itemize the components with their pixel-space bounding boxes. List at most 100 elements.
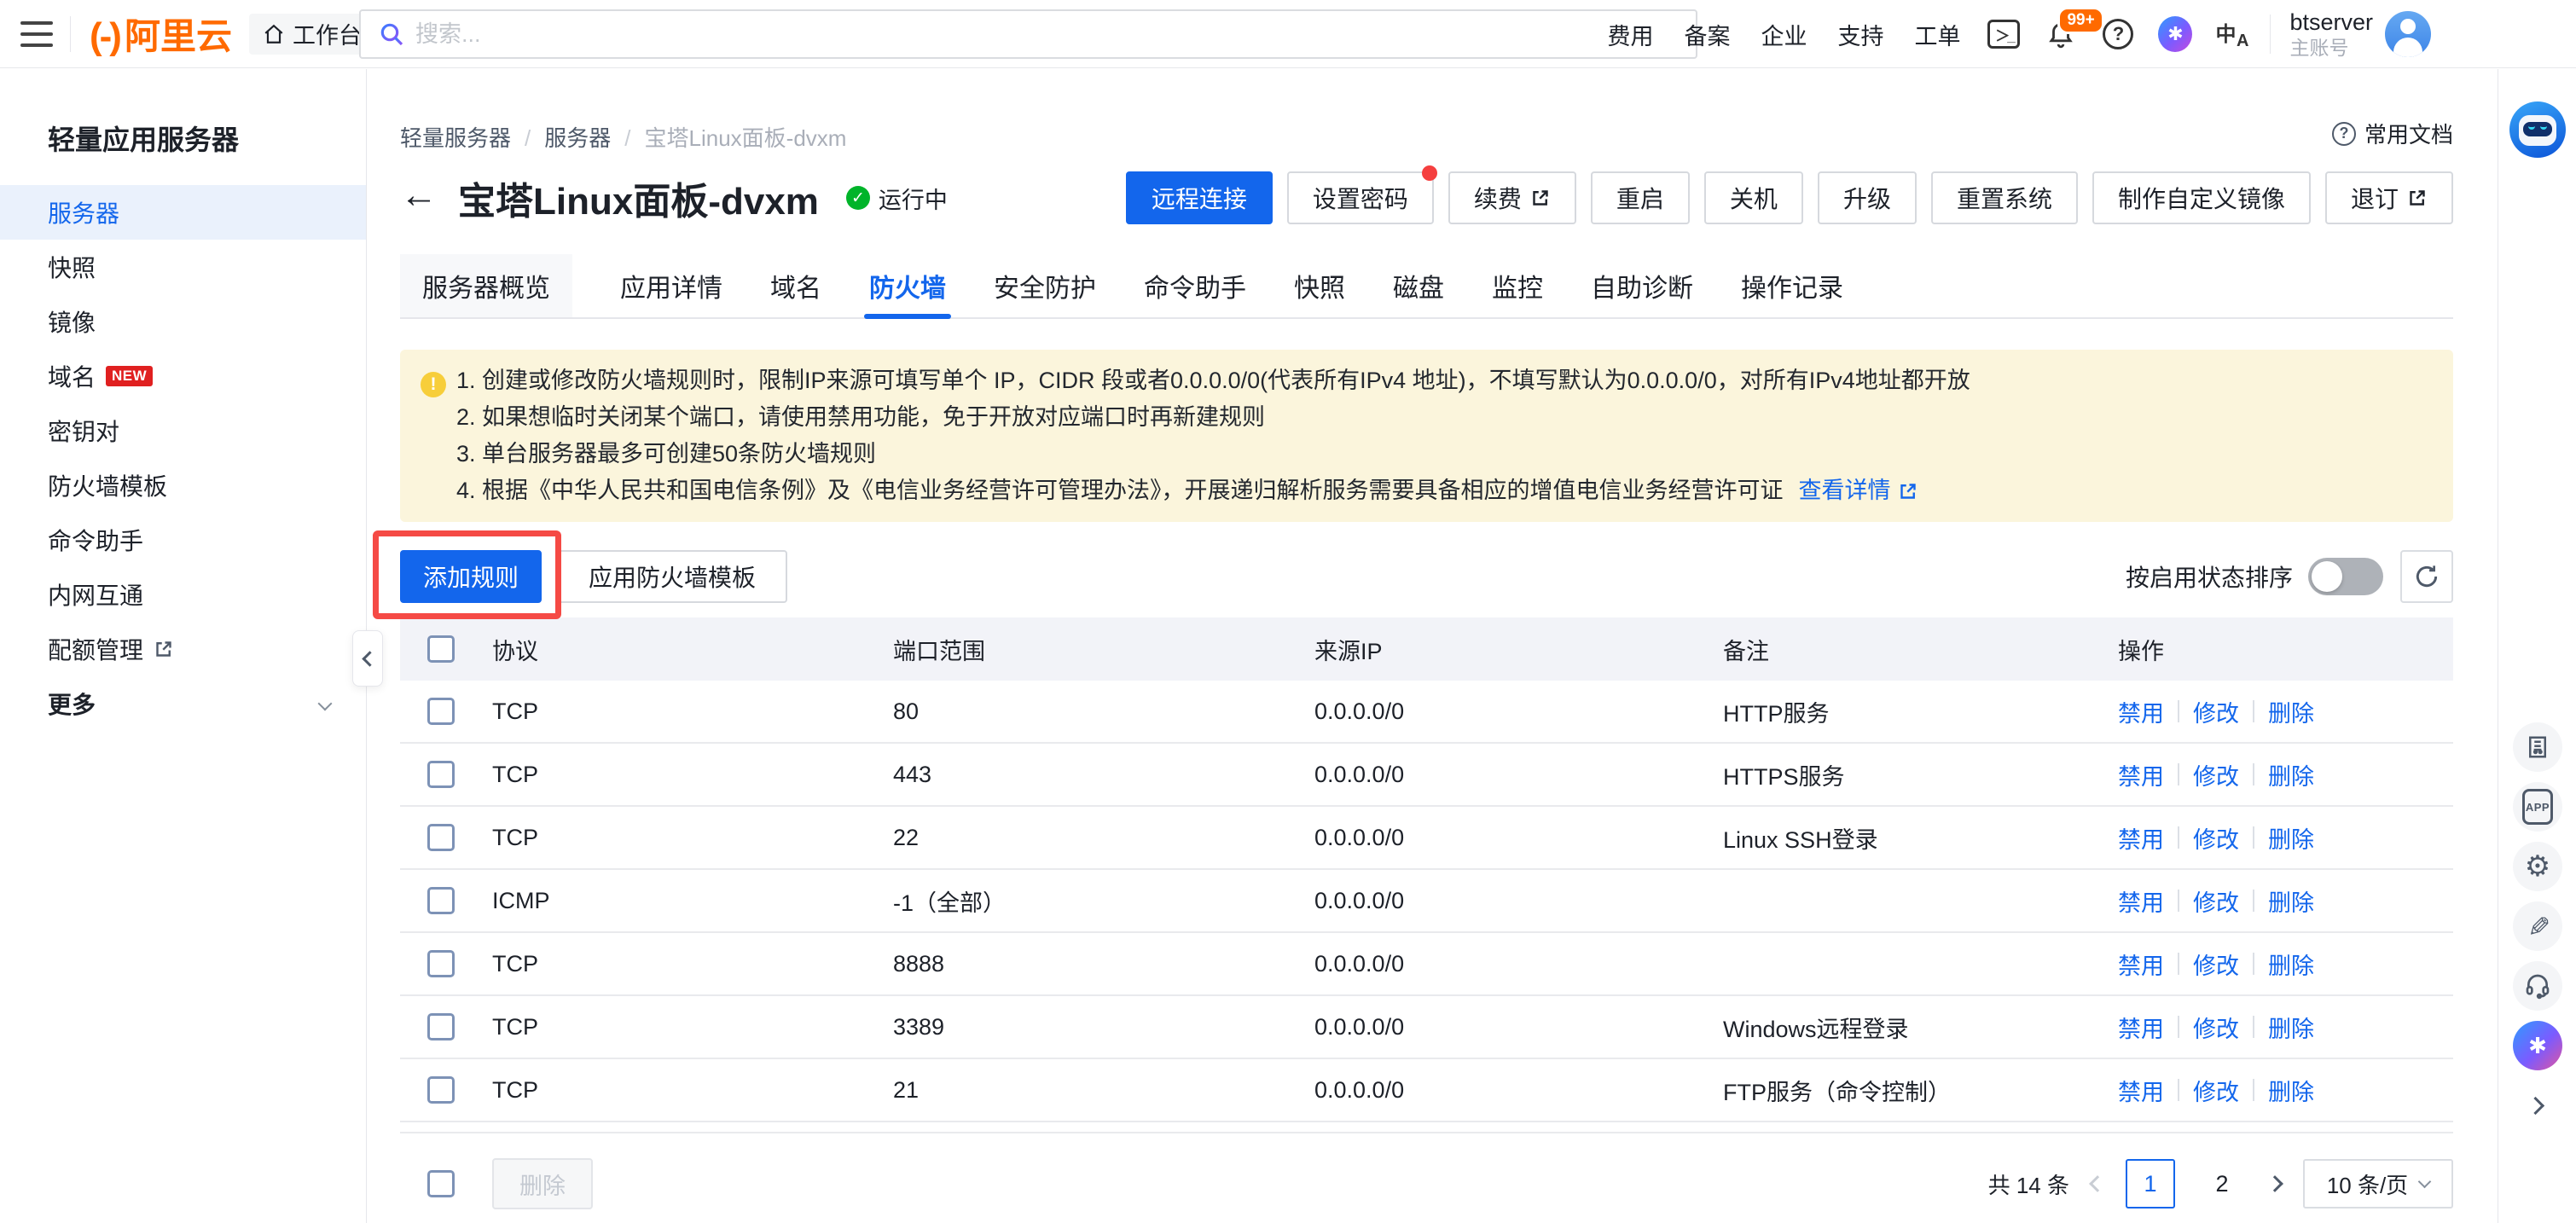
delete-link[interactable]: 删除 xyxy=(2268,758,2314,791)
sidebar-item[interactable]: 防火墙模板 xyxy=(0,458,366,513)
batch-delete-button[interactable]: 删除 xyxy=(492,1158,593,1209)
bell-icon[interactable]: 99+ xyxy=(2044,17,2078,51)
header-action-button[interactable]: 重置系统 xyxy=(1931,171,2078,224)
feedback-pencil-icon[interactable] xyxy=(2513,901,2562,951)
sidebar-item[interactable]: 密钥对 xyxy=(0,403,366,458)
modify-link[interactable]: 修改 xyxy=(2193,884,2239,918)
disable-link[interactable]: 禁用 xyxy=(2118,695,2164,728)
prev-page-icon[interactable] xyxy=(2089,1175,2106,1192)
row-checkbox[interactable] xyxy=(427,761,455,788)
modify-link[interactable]: 修改 xyxy=(2193,1011,2239,1044)
modify-link[interactable]: 修改 xyxy=(2193,758,2239,791)
header-action-button[interactable]: 设置密码 xyxy=(1287,171,1434,224)
help-icon[interactable] xyxy=(2101,17,2135,51)
row-checkbox[interactable] xyxy=(427,698,455,725)
row-checkbox[interactable] xyxy=(427,824,455,851)
row-checkbox[interactable] xyxy=(427,950,455,977)
sidebar-item[interactable]: 命令助手 xyxy=(0,513,366,567)
tab[interactable]: 安全防护 xyxy=(994,254,1096,317)
delete-link[interactable]: 删除 xyxy=(2268,948,2314,981)
avatar[interactable] xyxy=(2385,11,2431,57)
modify-link[interactable]: 修改 xyxy=(2193,695,2239,728)
breadcrumb-item[interactable]: 宝塔Linux面板-dvxm xyxy=(645,121,847,153)
navbar-link[interactable]: 费用 xyxy=(1599,18,1661,51)
aliyun-logo[interactable]: (-) 阿里云 xyxy=(90,8,232,60)
view-details-link[interactable]: 查看详情 xyxy=(1799,472,1918,509)
tab[interactable]: 操作记录 xyxy=(1741,254,1843,317)
search-input[interactable] xyxy=(415,21,1524,48)
sidebar-item[interactable]: 更多 xyxy=(0,676,366,731)
disable-link[interactable]: 禁用 xyxy=(2118,884,2164,918)
back-arrow-icon[interactable]: ← xyxy=(400,177,438,219)
disable-link[interactable]: 禁用 xyxy=(2118,1011,2164,1044)
sidebar-item[interactable]: 配额管理 xyxy=(0,622,366,676)
terminal-icon[interactable] xyxy=(1987,17,2021,51)
sort-toggle[interactable] xyxy=(2308,558,2383,595)
disable-link[interactable]: 禁用 xyxy=(2118,1074,2164,1107)
order-list-icon[interactable] xyxy=(2513,722,2562,772)
select-all-checkbox[interactable] xyxy=(427,635,455,663)
header-action-button[interactable]: 制作自定义镜像 xyxy=(2092,171,2311,224)
remote-connect-button[interactable]: 远程连接 xyxy=(1126,171,1273,224)
workbench-button[interactable]: 工作台 xyxy=(249,14,375,55)
tab[interactable]: 应用详情 xyxy=(620,254,722,317)
modify-link[interactable]: 修改 xyxy=(2193,1074,2239,1107)
header-action-button[interactable]: 退订 xyxy=(2325,171,2453,224)
sidebar-collapse-button[interactable] xyxy=(352,630,383,687)
tab[interactable]: 服务器概览 xyxy=(400,254,572,317)
modify-link[interactable]: 修改 xyxy=(2193,821,2239,855)
header-action-button[interactable]: 重启 xyxy=(1591,171,1690,224)
tab[interactable]: 域名 xyxy=(770,254,821,317)
sidebar-item[interactable]: 内网互通 xyxy=(0,567,366,622)
tab[interactable]: 命令助手 xyxy=(1144,254,1246,317)
support-headset-icon[interactable] xyxy=(2513,961,2562,1011)
docs-link[interactable]: 常用文档 xyxy=(2332,118,2453,149)
ai-asterisk-icon[interactable] xyxy=(2158,17,2192,51)
hamburger-menu-icon[interactable] xyxy=(20,21,53,47)
navbar-link[interactable]: 企业 xyxy=(1753,18,1814,51)
page-size-select[interactable]: 10 条/页 xyxy=(2303,1159,2453,1209)
sidebar-item[interactable]: 服务器 xyxy=(0,185,366,240)
refresh-button[interactable] xyxy=(2400,550,2453,603)
apply-firewall-template-button[interactable]: 应用防火墙模板 xyxy=(557,550,787,603)
breadcrumb-item[interactable]: 服务器 xyxy=(544,121,644,153)
delete-link[interactable]: 删除 xyxy=(2268,1011,2314,1044)
translate-icon[interactable] xyxy=(2215,17,2249,51)
tab[interactable]: 自助诊断 xyxy=(1591,254,1693,317)
navbar-link[interactable]: 备案 xyxy=(1676,18,1738,51)
delete-link[interactable]: 删除 xyxy=(2268,884,2314,918)
page-2-button[interactable]: 2 xyxy=(2197,1159,2247,1209)
disable-link[interactable]: 禁用 xyxy=(2118,758,2164,791)
sidebar-item[interactable]: 域名 NEW xyxy=(0,349,366,403)
header-action-button[interactable]: 续费 xyxy=(1448,171,1576,224)
breadcrumb-item[interactable]: 轻量服务器 xyxy=(400,121,544,153)
page-1-button[interactable]: 1 xyxy=(2126,1159,2175,1209)
expand-icon[interactable] xyxy=(2513,1081,2562,1130)
tab[interactable]: 监控 xyxy=(1492,254,1543,317)
add-rule-button[interactable]: 添加规则 xyxy=(400,550,542,603)
tab[interactable]: 磁盘 xyxy=(1393,254,1444,317)
delete-link[interactable]: 删除 xyxy=(2268,695,2314,728)
tab[interactable]: 快照 xyxy=(1294,254,1345,317)
delete-link[interactable]: 删除 xyxy=(2268,821,2314,855)
header-action-button[interactable]: 关机 xyxy=(1704,171,1803,224)
header-action-button[interactable]: 升级 xyxy=(1818,171,1917,224)
next-page-icon[interactable] xyxy=(2266,1175,2283,1192)
tab[interactable]: 防火墙 xyxy=(869,254,946,317)
app-icon[interactable] xyxy=(2513,782,2562,832)
settings-gear-icon[interactable] xyxy=(2513,842,2562,891)
navbar-link[interactable]: 工单 xyxy=(1906,18,1968,51)
sidebar-item[interactable]: 快照 xyxy=(0,240,366,294)
navbar-link[interactable]: 支持 xyxy=(1830,18,1891,51)
footer-select-all-checkbox[interactable] xyxy=(427,1170,455,1197)
row-checkbox[interactable] xyxy=(427,1076,455,1104)
account-menu[interactable]: btserver 主账号 xyxy=(2289,9,2431,60)
row-checkbox[interactable] xyxy=(427,887,455,914)
modify-link[interactable]: 修改 xyxy=(2193,948,2239,981)
disable-link[interactable]: 禁用 xyxy=(2118,821,2164,855)
delete-link[interactable]: 删除 xyxy=(2268,1074,2314,1107)
robot-assistant-icon[interactable] xyxy=(2509,101,2566,158)
disable-link[interactable]: 禁用 xyxy=(2118,948,2164,981)
ai-asterisk-icon[interactable] xyxy=(2513,1021,2562,1070)
sidebar-item[interactable]: 镜像 xyxy=(0,294,366,349)
